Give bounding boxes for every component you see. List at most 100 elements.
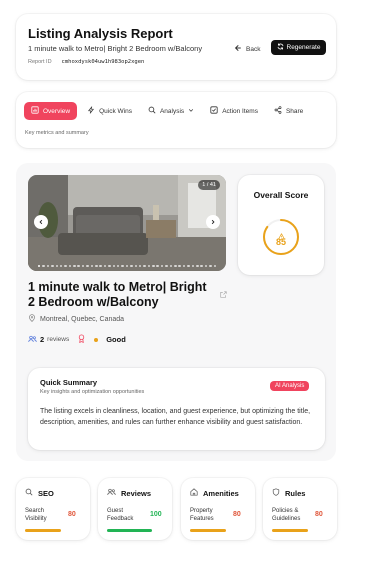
photo-dot[interactable] xyxy=(152,264,155,267)
refresh-icon xyxy=(277,43,284,52)
photo-dot[interactable] xyxy=(196,264,199,267)
photo-dot[interactable] xyxy=(138,264,142,267)
quick-summary-text: The listing excels in cleanliness, locat… xyxy=(40,408,311,426)
quick-summary-title: Quick Summary xyxy=(40,378,98,387)
photo-dot[interactable] xyxy=(174,264,177,267)
photo-dot[interactable] xyxy=(165,264,168,267)
reviews-count: 2 xyxy=(40,335,45,344)
photo-dot[interactable] xyxy=(116,264,120,267)
photo-dot[interactable] xyxy=(95,264,98,267)
metric-title: SEO xyxy=(38,488,54,498)
report-id-value: cmhoxdysk04uw1h983op2xgen xyxy=(61,59,145,65)
tab-label: Quick Wins xyxy=(99,107,132,115)
photo-dot[interactable] xyxy=(99,264,102,267)
photo-pagination xyxy=(28,264,226,267)
shield-icon xyxy=(272,488,280,498)
photo-dot[interactable] xyxy=(125,264,129,267)
previous-photo-button[interactable] xyxy=(34,215,48,229)
photo-dot[interactable] xyxy=(42,264,45,267)
photo-dot[interactable] xyxy=(134,264,138,267)
photo-dot[interactable] xyxy=(160,264,164,267)
tab-label: Overview xyxy=(43,107,71,115)
photo-dot[interactable] xyxy=(86,264,89,267)
photo-dot[interactable] xyxy=(200,264,203,267)
metric-card-seo: SEO Search Visibility 80 xyxy=(16,478,90,540)
listing-stats: 2 reviews Good xyxy=(28,334,129,345)
photo-dot[interactable] xyxy=(108,264,111,267)
metric-progress-bar xyxy=(25,529,61,532)
metric-progress-bar xyxy=(272,529,308,532)
rating-label: Good xyxy=(106,335,126,344)
back-button[interactable]: Back xyxy=(234,44,260,54)
photo-dot[interactable] xyxy=(55,264,58,267)
regenerate-button[interactable]: Regenerate xyxy=(271,40,326,55)
photo-dot[interactable] xyxy=(156,264,159,267)
metric-title: Amenities xyxy=(203,488,239,498)
report-id: Report ID cmhoxdysk04uw1h983op2xgen xyxy=(28,59,144,65)
photo-dot[interactable] xyxy=(169,264,173,267)
photo-dot[interactable] xyxy=(77,264,80,267)
metric-label: Property Features xyxy=(190,508,214,522)
photo-dot[interactable] xyxy=(103,264,107,267)
tab-share[interactable]: Share xyxy=(268,102,309,120)
photo-dot[interactable] xyxy=(64,264,67,267)
photo-dot[interactable] xyxy=(112,264,116,267)
photo-dot[interactable] xyxy=(121,264,124,267)
map-pin-icon xyxy=(28,314,36,324)
score-label: Overall Score xyxy=(253,190,309,200)
tab-action-items[interactable]: Action Items xyxy=(204,102,264,120)
photo-dot[interactable] xyxy=(68,264,72,267)
chevron-left-icon xyxy=(38,218,44,227)
tab-label: Share xyxy=(285,107,304,115)
search-icon xyxy=(148,106,156,116)
metric-card-reviews: Reviews Guest Feedback 100 xyxy=(98,478,172,540)
back-label: Back xyxy=(246,45,261,53)
rating-dot xyxy=(94,337,99,342)
metric-progress-bar xyxy=(107,529,152,532)
next-photo-button[interactable] xyxy=(206,215,220,229)
photo-dot[interactable] xyxy=(130,264,133,267)
metric-progress-bar xyxy=(190,529,226,532)
listing-subtitle: 1 minute walk to Metro| Bright 2 Bedroom… xyxy=(28,44,203,53)
photo-dot[interactable] xyxy=(187,264,190,267)
metric-value: 100 xyxy=(150,511,162,518)
listing-photo-carousel[interactable]: 1 / 41 xyxy=(28,175,226,271)
photo-dot[interactable] xyxy=(37,264,41,267)
photo-dot[interactable] xyxy=(81,264,85,267)
metric-value: 80 xyxy=(315,511,323,518)
photo-dot[interactable] xyxy=(182,264,186,267)
photo-dot[interactable] xyxy=(204,264,208,267)
tab-description: Key metrics and summary xyxy=(25,130,89,136)
tab-navigation: Overview Quick Wins Analysis Action Item… xyxy=(16,92,336,148)
tab-analysis[interactable]: Analysis xyxy=(142,102,200,120)
photo-dot[interactable] xyxy=(46,264,50,267)
photo-dot[interactable] xyxy=(51,264,54,267)
photo-dot[interactable] xyxy=(191,264,195,267)
photo-dot[interactable] xyxy=(213,264,217,267)
photo-dot[interactable] xyxy=(209,264,212,267)
chevron-right-icon xyxy=(210,218,216,227)
listing-photo xyxy=(28,175,226,271)
metric-title: Rules xyxy=(285,488,306,498)
photo-dot[interactable] xyxy=(59,264,63,267)
share-icon xyxy=(274,106,282,116)
external-link-icon[interactable] xyxy=(220,291,227,300)
photo-dot[interactable] xyxy=(143,264,146,267)
metric-value: 80 xyxy=(68,511,76,518)
metric-label: Search Visibility xyxy=(25,508,47,522)
photo-dot[interactable] xyxy=(147,264,151,267)
tab-overview[interactable]: Overview xyxy=(24,102,78,120)
award-icon xyxy=(78,334,85,345)
photo-dot[interactable] xyxy=(178,264,181,267)
listing-title: 1 minute walk to Metro| Bright 2 Bedroom… xyxy=(28,280,207,309)
metric-title: Reviews xyxy=(121,488,152,498)
metric-value: 80 xyxy=(233,511,241,518)
home-icon xyxy=(190,488,198,498)
tab-quick-wins[interactable]: Quick Wins xyxy=(81,102,138,120)
metric-card-amenities: Amenities Property Features 80 xyxy=(181,478,255,540)
photo-dot[interactable] xyxy=(90,264,94,267)
users-icon xyxy=(28,335,37,345)
metric-label: Guest Feedback xyxy=(107,508,134,522)
photo-dot[interactable] xyxy=(73,264,76,267)
metric-label: Policies & Guidelines xyxy=(272,508,301,522)
